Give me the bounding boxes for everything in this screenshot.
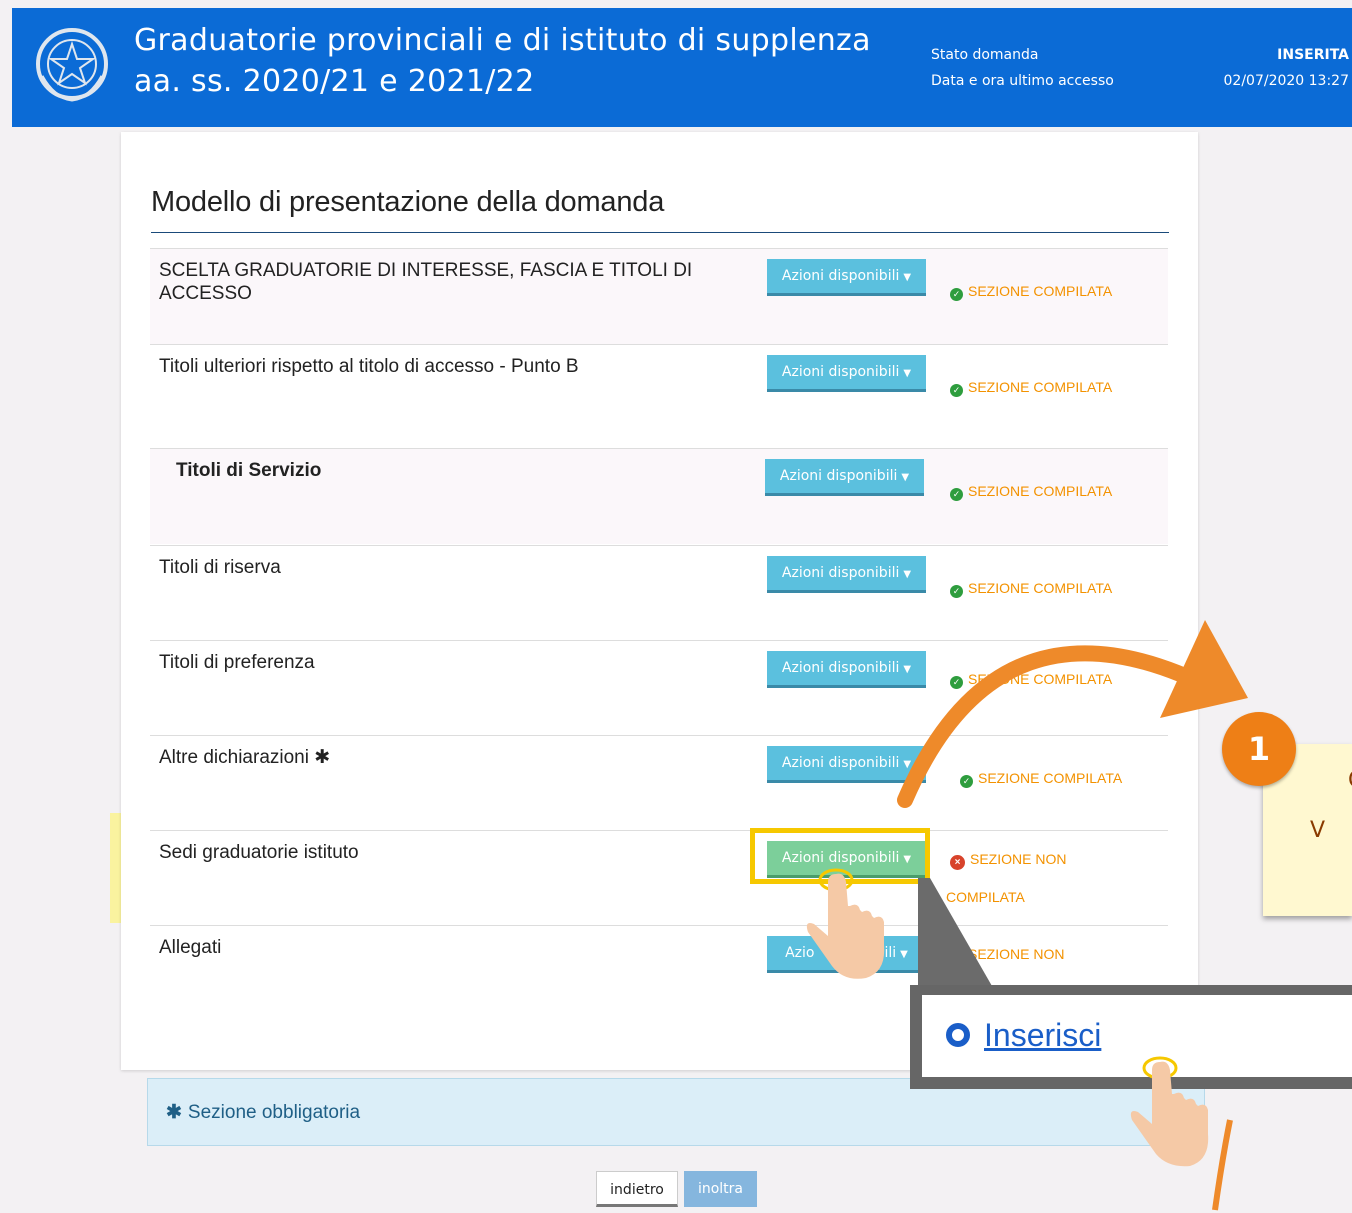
step-number-badge: 1 xyxy=(1222,712,1296,786)
curved-arrow xyxy=(897,645,1223,808)
tip-text: C xyxy=(1348,768,1352,793)
arrow-tail xyxy=(1212,1119,1233,1211)
pointer-hand-icon xyxy=(1130,1056,1209,1167)
insert-link[interactable]: Inserisci xyxy=(984,1017,1101,1054)
pointer-hand-icon xyxy=(806,868,885,979)
circle-icon xyxy=(946,1023,970,1047)
callout-connector xyxy=(918,878,1000,1000)
tip-text: V xyxy=(1310,818,1326,843)
